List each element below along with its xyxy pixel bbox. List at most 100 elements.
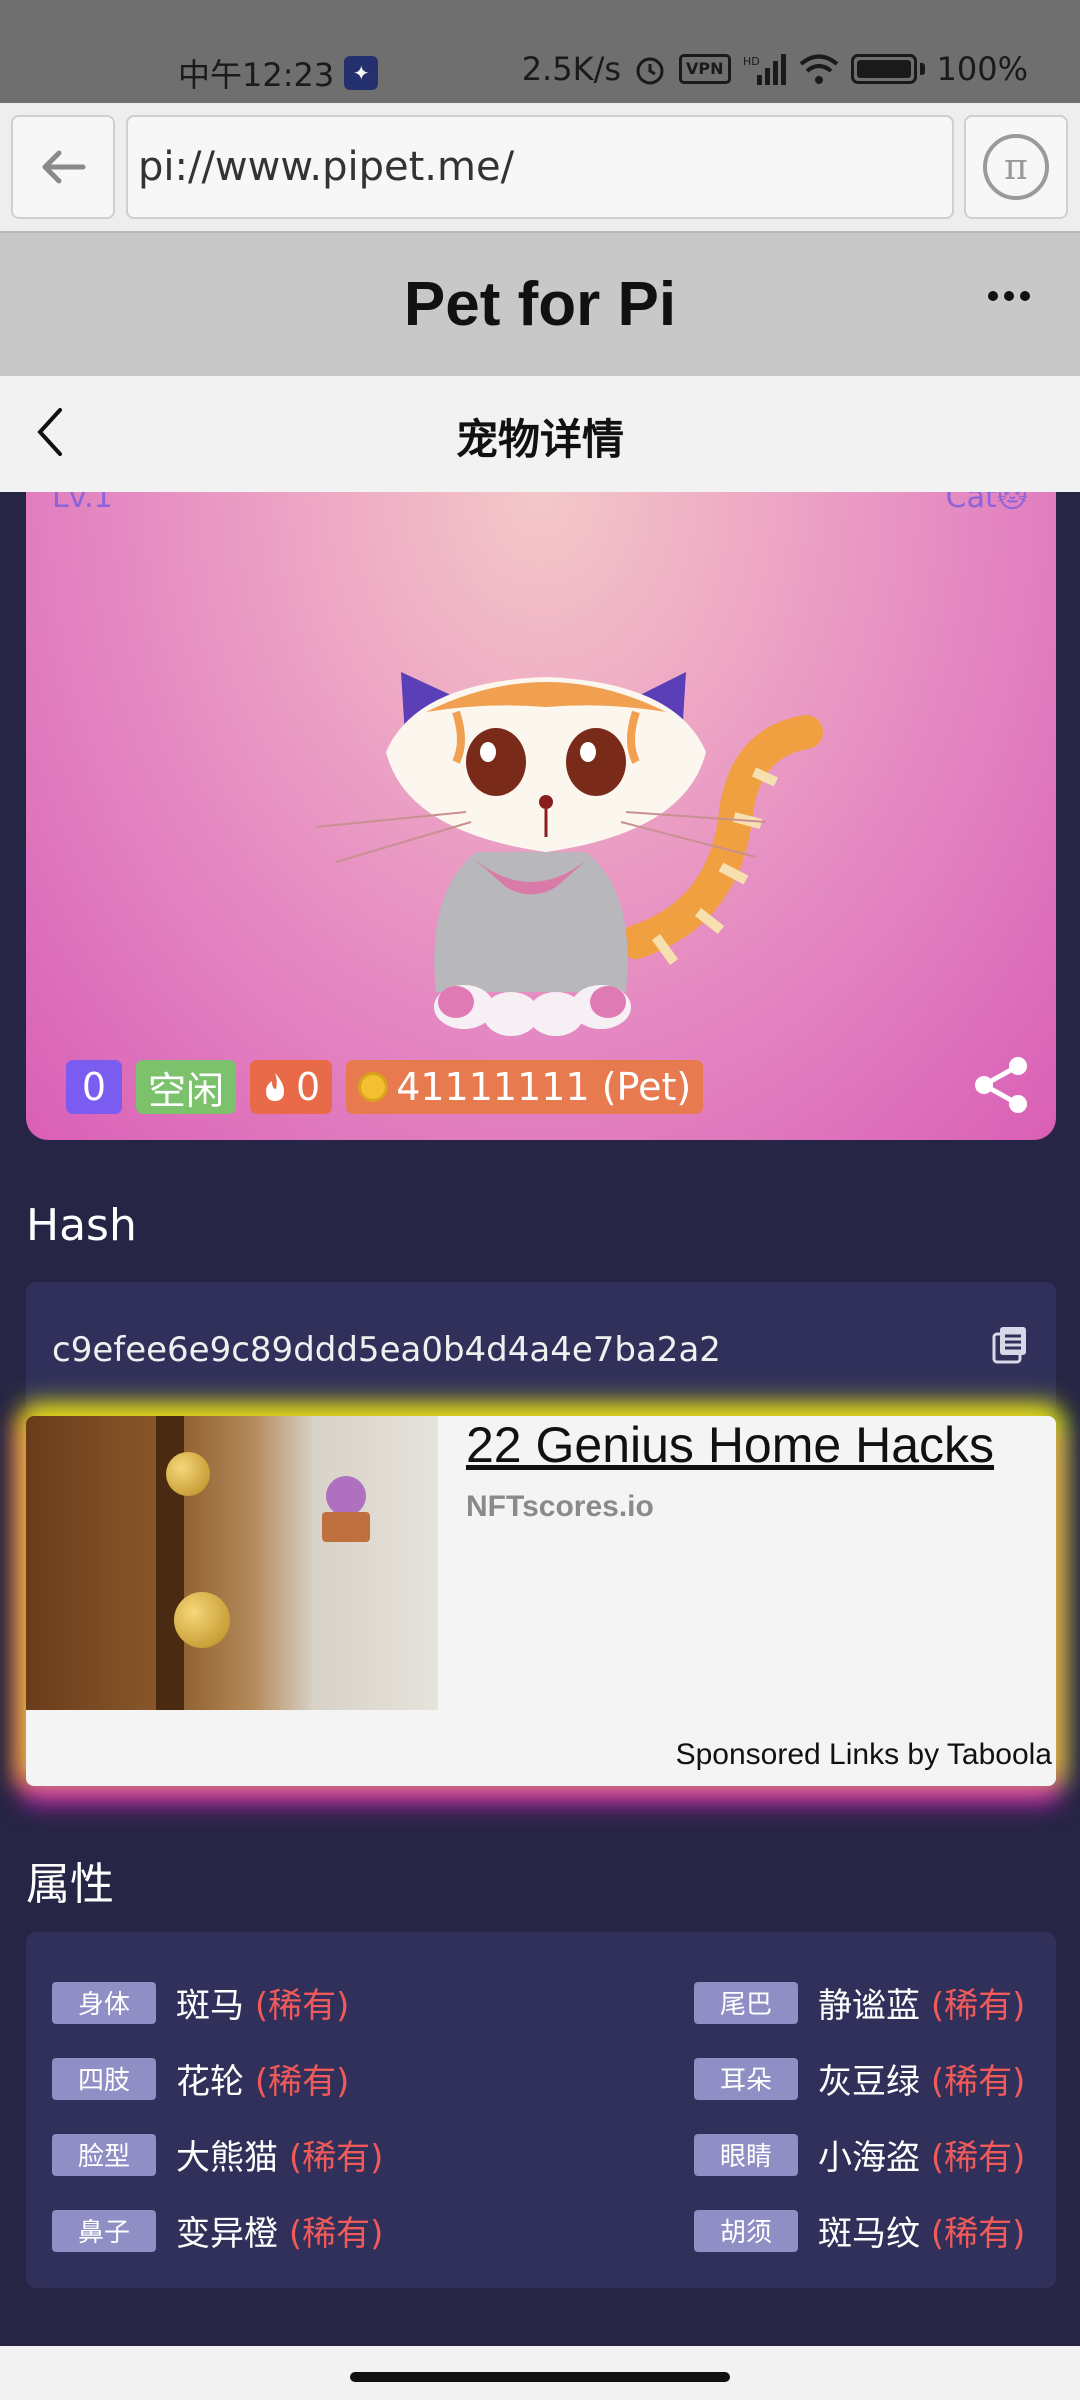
url-text: pi://www.pipet.me/ [138, 144, 515, 190]
attribute-tag: 四肢 [52, 2057, 156, 2100]
attribute-row: 身体 斑马 (稀有) [52, 1978, 349, 2027]
vpn-icon: VPN [679, 54, 731, 84]
signal-icon: HD [743, 54, 786, 85]
attribute-rarity: (稀有) [288, 2138, 384, 2178]
attribute-value: 小海盗 (稀有) [818, 2130, 1025, 2179]
network-speed: 2.5K/s [521, 50, 622, 88]
copy-icon[interactable] [990, 1324, 1030, 1364]
attribute-value-text: 斑马纹 [818, 2214, 920, 2254]
battery-level: 100% [936, 50, 1028, 88]
attribute-tag: 耳朵 [694, 2057, 798, 2100]
ad-flower [326, 1476, 366, 1516]
attribute-tag: 身体 [52, 1981, 156, 2024]
fire-icon [266, 1073, 285, 1101]
ad-door-handle [174, 1592, 230, 1648]
attribute-value: 花轮 (稀有) [176, 2054, 349, 2103]
more-dot [1004, 291, 1014, 301]
attribute-value: 斑马纹 (稀有) [818, 2206, 1025, 2255]
pet-coin-value: 41111111 (Pet) [396, 1065, 692, 1109]
attribute-rarity: (稀有) [930, 1986, 1026, 2026]
share-icon[interactable] [972, 1056, 1030, 1114]
hash-value: c9efee6e9c89ddd5ea0b4d4a4e7ba2a2 [52, 1330, 721, 1370]
attribute-value-text: 花轮 [176, 2062, 244, 2102]
attributes-title: 属性 [26, 1859, 114, 1910]
arrow-left-icon [42, 150, 86, 184]
attribute-value: 变异橙 (稀有) [176, 2206, 383, 2255]
attribute-rarity: (稀有) [930, 2062, 1026, 2102]
app-title: Pet for Pi [403, 270, 677, 339]
more-dot [1020, 291, 1030, 301]
svg-text:HD: HD [743, 55, 760, 68]
pet-status: 空闲 [148, 1068, 225, 1113]
more-options-button[interactable] [988, 291, 1030, 301]
home-indicator[interactable] [350, 2372, 730, 2382]
attribute-row: 四肢 花轮 (稀有) [52, 2054, 349, 2103]
battery-tip [919, 63, 925, 75]
pet-count: 0 [81, 1065, 107, 1109]
attribute-value-text: 斑马 [176, 1986, 244, 2026]
attribute-tag: 鼻子 [52, 2209, 156, 2252]
attribute-row: 脸型 大熊猫 (稀有) [52, 2130, 383, 2179]
attribute-value-text: 灰豆绿 [818, 2062, 920, 2102]
attribute-value: 灰豆绿 (稀有) [818, 2054, 1025, 2103]
attribute-rarity: (稀有) [930, 2138, 1026, 2178]
attribute-tag: 眼睛 [694, 2133, 798, 2176]
pet-status-badge: 空闲 [136, 1060, 237, 1114]
pi-browser-button[interactable]: π [964, 115, 1068, 219]
attribute-value-text: 小海盗 [818, 2138, 920, 2178]
pet-count-badge: 0 [66, 1060, 122, 1114]
ad-flower-pot [322, 1512, 370, 1542]
coin-icon [358, 1072, 389, 1102]
status-time: 中午12:23 [178, 56, 335, 94]
attribute-value: 大熊猫 (稀有) [176, 2130, 383, 2179]
sponsored-ad[interactable]: 22 Genius Home Hacks NFTscores.io Sponso… [26, 1416, 1056, 1786]
pet-card: Lv.1 Cat🐱 0 空闲 0 41111111 (Pet) [26, 492, 1056, 1140]
status-left: 中午12:23 ✦ [178, 50, 379, 96]
attribute-row: 胡须 斑马纹 (稀有) [694, 2206, 1025, 2255]
pet-fire-value: 0 [296, 1065, 321, 1109]
pet-coin-badge: 41111111 (Pet) [346, 1060, 704, 1114]
attribute-row: 耳朵 灰豆绿 (稀有) [694, 2054, 1025, 2103]
browser-bar: pi://www.pipet.me/ π [0, 103, 1080, 231]
attribute-rarity: (稀有) [254, 2062, 350, 2102]
status-right: 2.5K/s VPN HD 100% [522, 50, 1028, 88]
pi-logo-icon: π [983, 134, 1049, 200]
alarm-icon [636, 57, 664, 85]
pet-type: Cat🐱 [945, 492, 1028, 515]
attribute-tag: 尾巴 [694, 1981, 798, 2024]
pet-level: Lv.1 [52, 492, 113, 515]
battery-icon [850, 54, 917, 84]
hash-title: Hash [26, 1200, 137, 1251]
attribute-rarity: (稀有) [288, 2214, 384, 2254]
more-dot [988, 291, 998, 301]
attribute-tag: 胡须 [694, 2209, 798, 2252]
attribute-value-text: 大熊猫 [176, 2138, 278, 2178]
hash-box: c9efee6e9c89ddd5ea0b4d4a4e7ba2a2 [26, 1282, 1056, 1416]
status-bar: 中午12:23 ✦ 2.5K/s VPN HD 100% [0, 0, 1080, 103]
ad-sponsor-label[interactable]: Sponsored Links by Taboola [676, 1738, 1052, 1772]
attribute-row: 鼻子 变异橙 (稀有) [52, 2206, 383, 2255]
pet-badges: 0 空闲 0 41111111 (Pet) [66, 1060, 704, 1114]
ad-image[interactable] [26, 1416, 438, 1710]
attribute-tag: 脸型 [52, 2133, 156, 2176]
page-nav: 宠物详情 [0, 376, 1080, 492]
page-title: 宠物详情 [455, 415, 624, 464]
attribute-rarity: (稀有) [254, 1986, 350, 2026]
attribute-value: 斑马 (稀有) [176, 1978, 349, 2027]
attribute-value: 静谧蓝 (稀有) [818, 1978, 1025, 2027]
attributes-box: 身体 斑马 (稀有) 四肢 花轮 (稀有) 脸型 大熊猫 (稀有) 鼻子 变异橙… [26, 1932, 1056, 2288]
attribute-value-text: 静谧蓝 [818, 1986, 920, 2026]
app-header: Pet for Pi [0, 231, 1080, 376]
ad-source: NFTscores.io [466, 1490, 654, 1523]
url-field[interactable]: pi://www.pipet.me/ [126, 115, 954, 219]
ad-door-knob [166, 1452, 210, 1496]
wifi-icon [799, 54, 838, 84]
ad-headline[interactable]: 22 Genius Home Hacks [466, 1416, 994, 1474]
browser-back-button[interactable] [11, 115, 115, 219]
app-notification-icon: ✦ [344, 56, 379, 90]
attribute-rarity: (稀有) [930, 2214, 1026, 2254]
pet-fire-badge: 0 [250, 1060, 333, 1114]
attribute-row: 尾巴 静谧蓝 (稀有) [694, 1978, 1025, 2027]
attribute-row: 眼睛 小海盗 (稀有) [694, 2130, 1025, 2179]
pet-cat-image [315, 672, 823, 1036]
